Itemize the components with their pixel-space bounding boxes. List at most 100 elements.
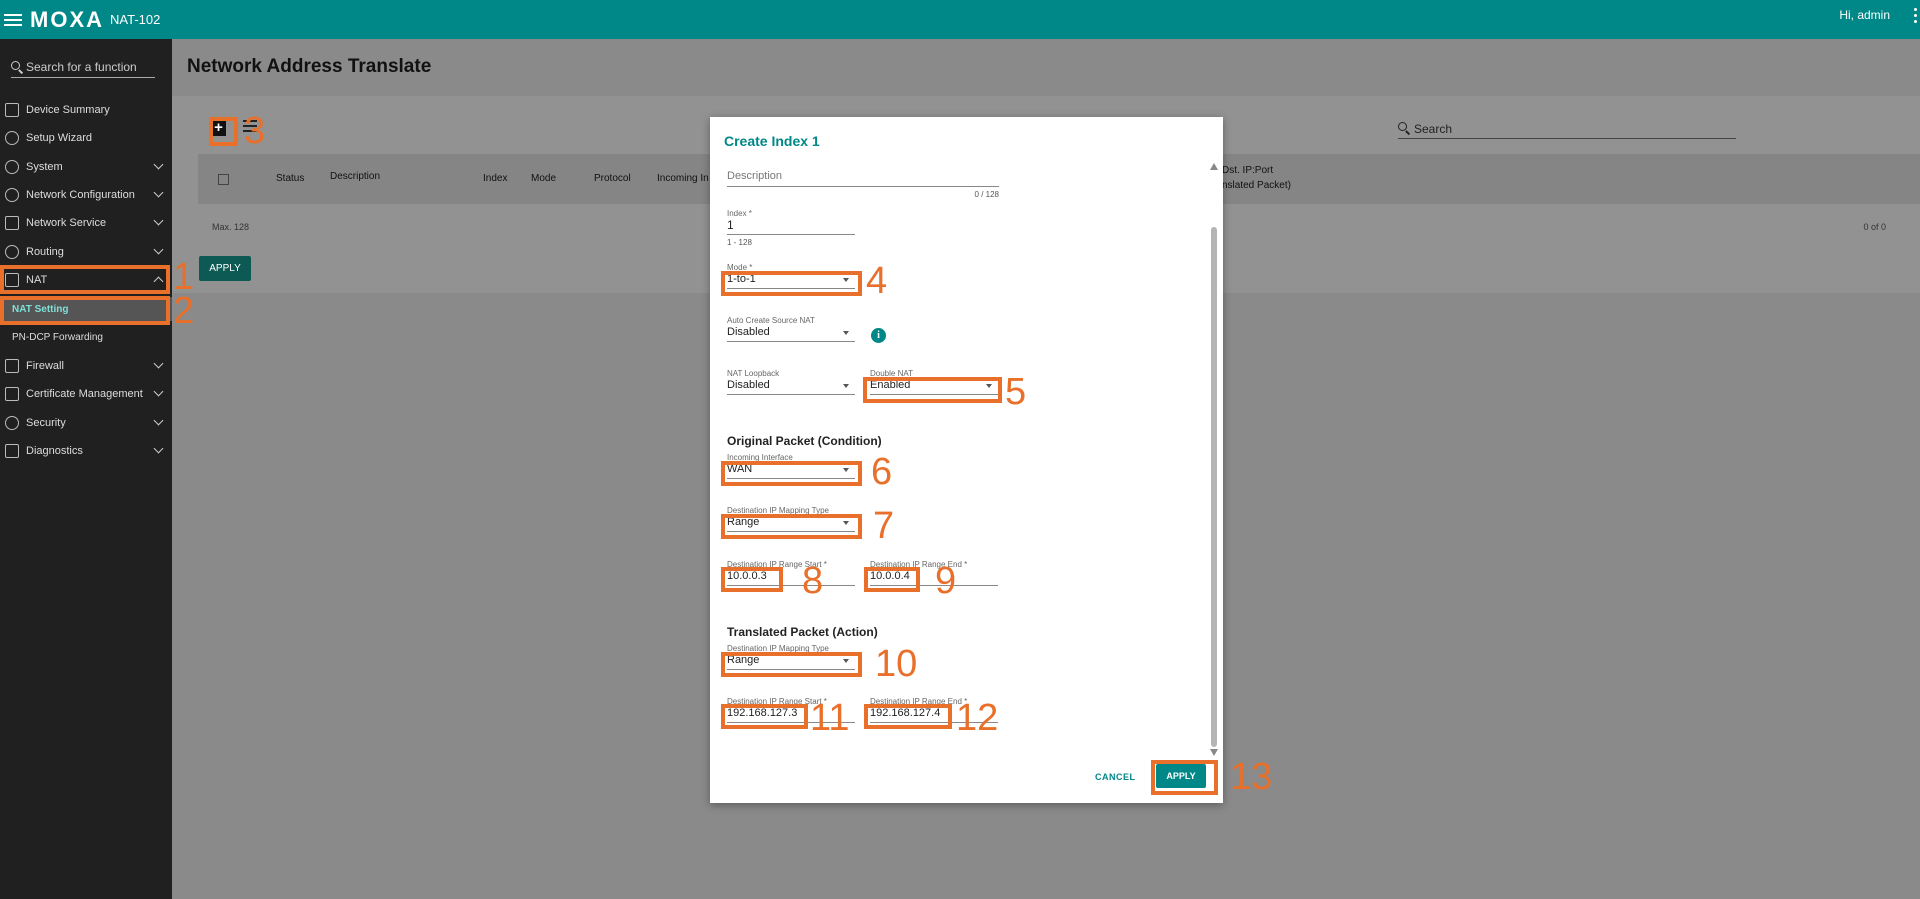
column-header[interactable]: Status [276,173,304,184]
device-model: NAT-102 [110,12,161,27]
annotation-box [863,377,1002,403]
description-input[interactable]: Description [727,167,999,187]
dialog-scrollbar[interactable] [1210,163,1218,756]
column-header[interactable]: Protocol [594,173,631,184]
annotation-box [0,265,170,294]
annotation-number: 8 [802,560,824,602]
annotation-number: 10 [875,643,918,685]
nat-loopback-select[interactable]: Disabled [727,378,855,395]
sidebar-item-label: Device Summary [26,104,110,116]
auto-create-source-nat-label: Auto Create Source NAT [727,316,815,325]
page-title: Network Address Translate [187,56,432,77]
table-search-placeholder: Search [1414,121,1453,136]
sidebar-item-device-summary[interactable]: Device Summary [0,98,172,122]
sidebar-item-label: Routing [26,246,64,258]
annotation-box [864,704,952,729]
auto-create-source-nat-select[interactable]: Disabled [727,325,855,342]
column-header[interactable]: Description [330,171,380,182]
column-header[interactable]: Mode [531,173,556,184]
sidebar-item-label: Network Configuration [26,189,135,201]
sidebar: Search for a function Device Summary Set… [0,39,172,899]
sidebar-item-firewall[interactable]: Firewall [0,354,172,378]
column-header[interactable]: Dst. IP:Port nslated Packet) [1222,163,1291,193]
annotation-box [721,652,862,677]
annotation-box [721,271,862,296]
annotation-box [0,296,170,325]
annotation-number: 9 [935,560,957,602]
function-search-input[interactable]: Search for a function [11,57,155,78]
network-config-icon [5,188,19,202]
annotation-number: 7 [873,505,895,547]
annotation-number: 13 [1230,756,1273,798]
chevron-down-icon [153,187,164,198]
sidebar-item-certificate-management[interactable]: Certificate Management [0,382,172,406]
search-icon [1398,122,1411,135]
sidebar-item-setup-wizard[interactable]: Setup Wizard [0,126,172,150]
device-summary-icon [5,103,19,117]
sidebar-item-diagnostics[interactable]: Diagnostics [0,439,172,463]
column-header[interactable]: Incoming In [657,173,709,184]
sidebar-item-system[interactable]: System [0,155,172,179]
table-search-input[interactable]: Search [1398,119,1736,139]
original-packet-heading: Original Packet (Condition) [727,434,882,448]
menu-icon[interactable] [4,13,22,26]
routing-icon [5,245,19,259]
dialog-title: Create Index 1 [724,133,820,149]
diagnostics-icon [5,444,19,458]
sidebar-item-pn-dcp-forwarding[interactable]: PN-DCP Forwarding [0,325,172,349]
sidebar-item-network-service[interactable]: Network Service [0,211,172,235]
sidebar-item-routing[interactable]: Routing [0,240,172,264]
network-service-icon [5,216,19,230]
column-header[interactable]: Index [483,173,507,184]
sidebar-item-label: Diagnostics [26,445,83,457]
chevron-down-icon [153,358,164,369]
chevron-down-icon [153,244,164,255]
chevron-down-icon [153,386,164,397]
select-all-checkbox[interactable] [218,174,229,185]
sidebar-item-network-configuration[interactable]: Network Configuration [0,183,172,207]
chevron-down-icon [153,443,164,454]
certificate-icon [5,387,19,401]
more-options-icon[interactable] [1914,8,1918,23]
sidebar-item-label: Network Service [26,217,107,229]
sidebar-item-label: Setup Wizard [26,132,93,144]
sidebar-item-label: Certificate Management [26,388,143,400]
sidebar-item-label: System [26,161,63,173]
user-greeting[interactable]: Hi, admin [1839,8,1890,22]
search-icon [11,61,23,73]
index-range-helper: 1 - 128 [727,238,752,247]
info-icon[interactable]: i [871,328,886,343]
description-field[interactable]: Description 0 / 128 [727,167,999,199]
auto-create-source-nat-field[interactable]: Auto Create Source NAT Disabled [727,316,855,342]
index-label: Index * [727,209,752,218]
function-search-placeholder: Search for a function [26,60,137,74]
cancel-button[interactable]: CANCEL [1095,772,1136,782]
scroll-up-icon[interactable] [1210,163,1218,170]
chevron-down-icon [153,159,164,170]
index-input[interactable]: 1 [727,218,855,235]
index-field[interactable]: Index * 1 1 - 128 [727,209,855,247]
annotation-number: 4 [866,260,888,302]
nat-loopback-field[interactable]: NAT Loopback Disabled [727,369,855,395]
apply-button[interactable]: APPLY [199,256,251,281]
annotation-number: 12 [956,697,999,739]
annotation-box [721,704,808,729]
sidebar-item-label: Security [26,417,66,429]
chevron-down-icon [153,415,164,426]
column-header-line: nslated Packet) [1222,180,1291,191]
chevron-down-icon [153,215,164,226]
annotation-number: 5 [1005,371,1027,413]
dropdown-arrow-icon [843,384,849,388]
scroll-down-icon[interactable] [1210,749,1218,756]
column-header-line: Dst. IP:Port [1222,165,1274,176]
annotation-box [1151,760,1218,795]
dropdown-arrow-icon [843,331,849,335]
description-counter: 0 / 128 [974,190,999,199]
auto-create-source-nat-value: Disabled [727,326,770,338]
scroll-thumb[interactable] [1211,227,1217,747]
gear-icon [5,160,19,174]
annotation-box [864,567,920,592]
annotation-box [209,117,238,146]
top-bar: MOXA NAT-102 Hi, admin [0,0,1920,39]
sidebar-item-security[interactable]: Security [0,411,172,435]
